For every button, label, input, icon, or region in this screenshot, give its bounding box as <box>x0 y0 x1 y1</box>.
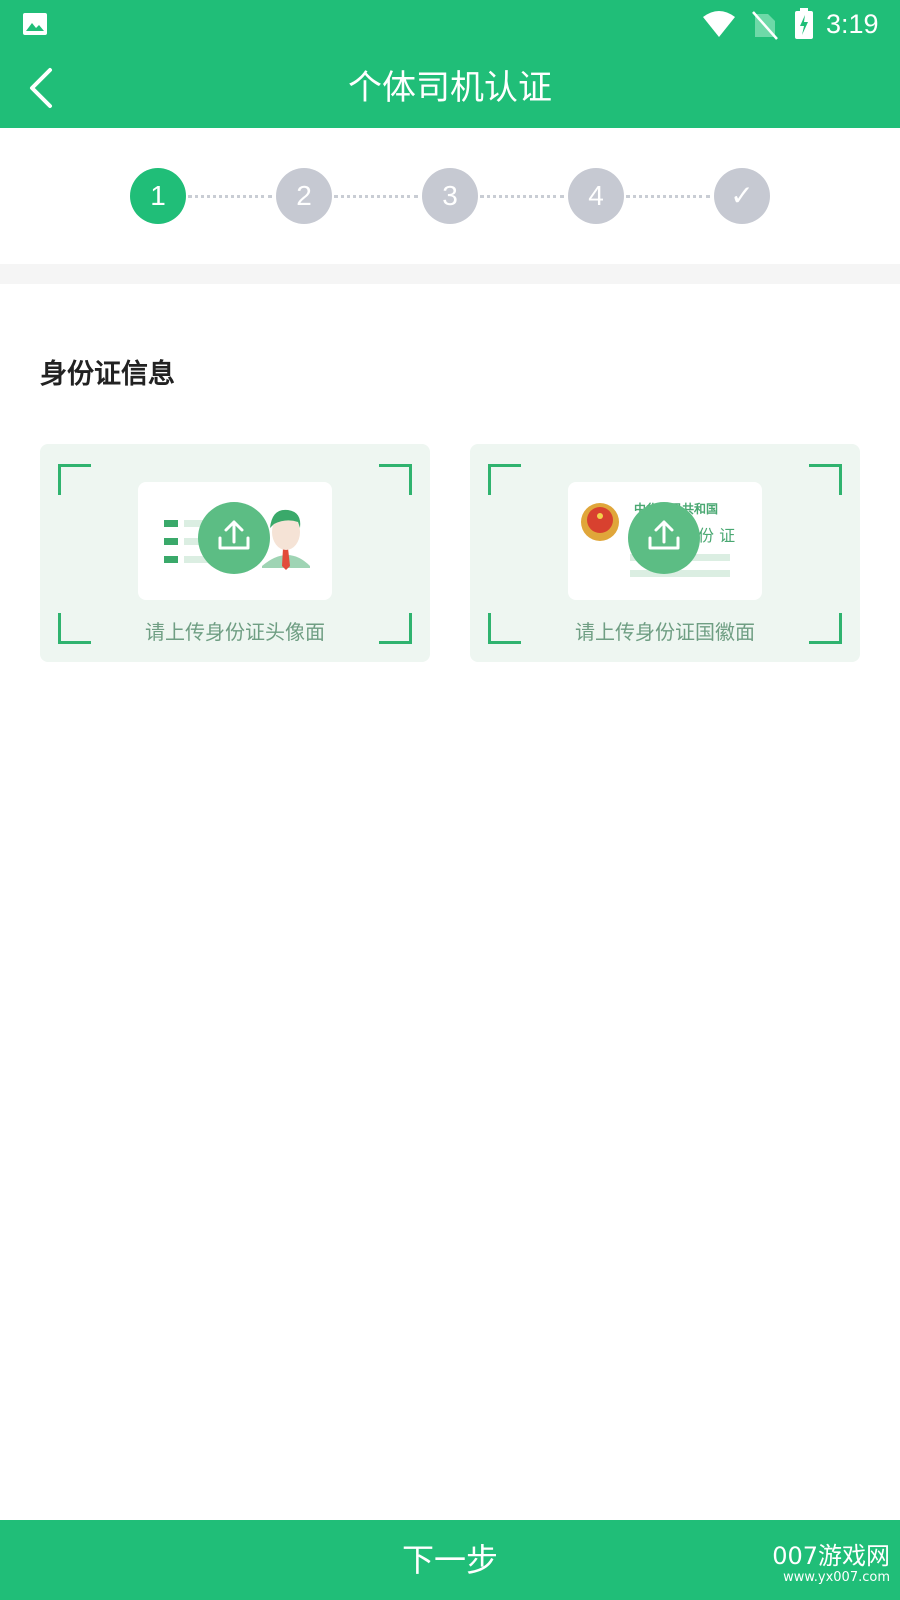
upload-front-caption: 请上传身份证头像面 <box>145 620 325 644</box>
frame-corner <box>809 464 842 495</box>
id-card-front-illustration <box>138 482 332 600</box>
upload-button[interactable] <box>628 502 700 574</box>
image-icon <box>22 12 48 40</box>
section-divider <box>0 264 900 284</box>
step-4: 4 <box>568 168 624 224</box>
frame-corner <box>379 464 412 495</box>
upload-id-back-card[interactable]: 中华人民共和国 份 证 请上传身份证国徽面 <box>470 444 860 662</box>
watermark-sub: www.yx007.com <box>783 1570 890 1585</box>
upload-back-caption: 请上传身份证国徽面 <box>575 620 755 644</box>
progress-stepper: 1 2 3 4 ✓ <box>0 128 900 264</box>
step-done: ✓ <box>714 168 770 224</box>
upload-id-front-card[interactable]: 请上传身份证头像面 <box>40 444 430 662</box>
frame-corner <box>488 464 521 495</box>
status-bar: 3:19 <box>0 0 900 48</box>
wifi-icon <box>702 10 736 42</box>
step-connector <box>334 195 418 198</box>
watermark: 007游戏网 www.yx007.com <box>772 1542 890 1586</box>
frame-corner <box>58 464 91 495</box>
page-title: 个体司机认证 <box>348 68 552 108</box>
step-connector <box>188 195 272 198</box>
no-sim-icon <box>752 10 778 44</box>
upload-button[interactable] <box>198 502 270 574</box>
battery-charging-icon <box>794 8 814 44</box>
upload-icon <box>218 520 250 550</box>
status-time: 3:19 <box>826 9 879 39</box>
section-title: 身份证信息 <box>40 359 175 390</box>
step-3: 3 <box>422 168 478 224</box>
step-connector <box>480 195 564 198</box>
app-bar: 个体司机认证 <box>0 48 900 128</box>
watermark-main: 007游戏网 <box>772 1542 890 1570</box>
upload-icon <box>648 520 680 550</box>
id-back-card-text: 份 证 <box>698 526 736 545</box>
id-card-back-illustration: 中华人民共和国 份 证 <box>568 482 762 600</box>
next-step-button[interactable]: 下一步 <box>0 1520 900 1600</box>
step-connector <box>626 195 710 198</box>
step-2: 2 <box>276 168 332 224</box>
step-1: 1 <box>130 168 186 224</box>
